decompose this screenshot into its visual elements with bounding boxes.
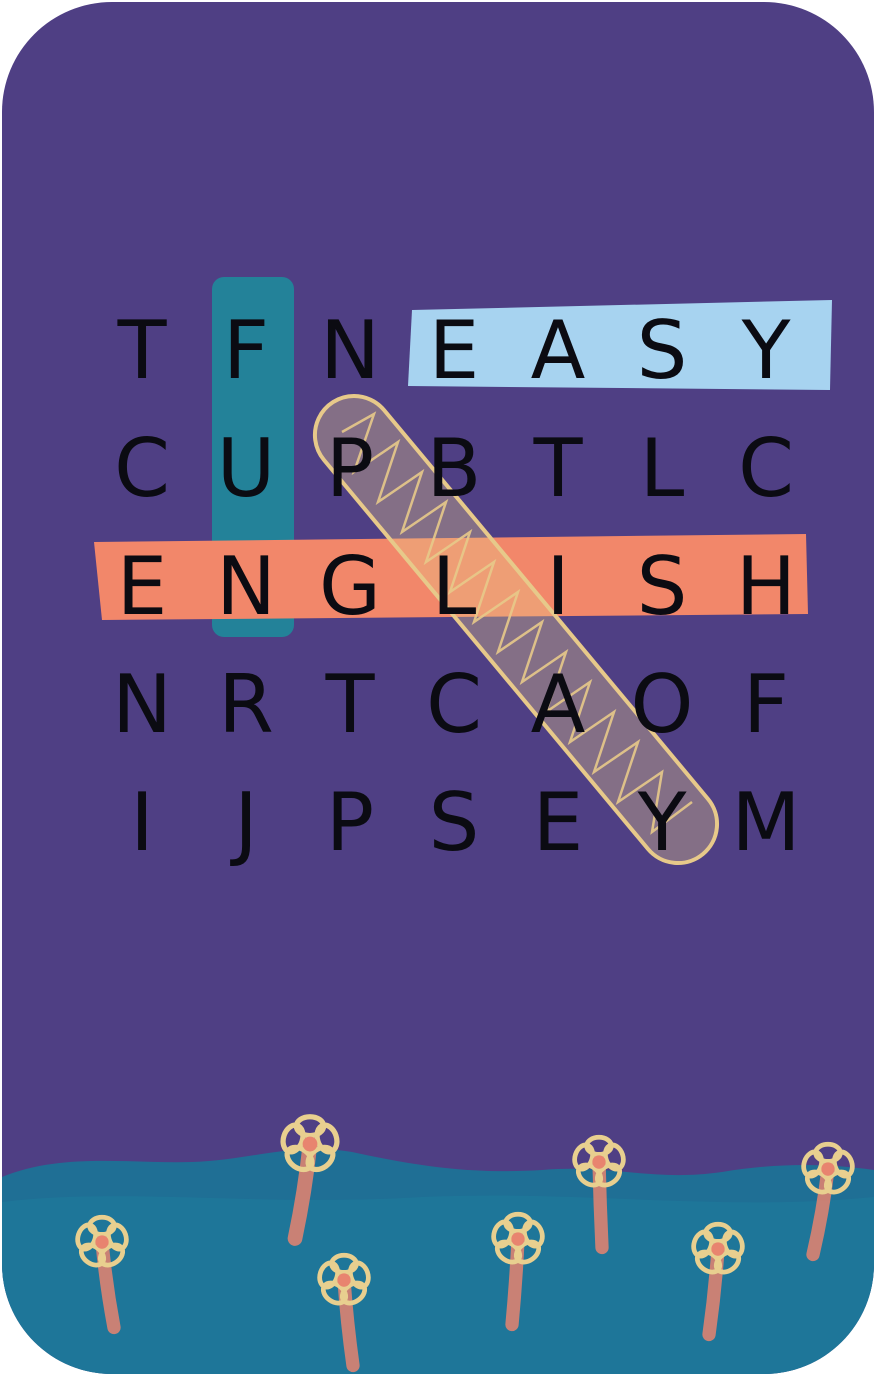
grid-cell[interactable]: T — [90, 292, 194, 410]
grid-cell[interactable]: S — [610, 292, 714, 410]
grid-cell[interactable]: E — [402, 292, 506, 410]
grid-cell[interactable]: B — [402, 410, 506, 528]
grid-cell[interactable]: H — [714, 528, 818, 646]
grid-cell[interactable]: N — [90, 646, 194, 764]
grid-cell[interactable]: J — [194, 764, 298, 882]
grid-cell[interactable]: A — [506, 646, 610, 764]
grid-cell[interactable]: L — [610, 410, 714, 528]
grid-cell[interactable]: N — [298, 292, 402, 410]
grid-cell[interactable]: M — [714, 764, 818, 882]
grid-cell[interactable]: U — [194, 410, 298, 528]
grid-cell[interactable]: A — [506, 292, 610, 410]
grid-cell[interactable]: Y — [714, 292, 818, 410]
grid-cell[interactable]: C — [90, 410, 194, 528]
grid-cell[interactable]: E — [90, 528, 194, 646]
letter-grid: T F N E A S Y C U P B T L C E N G L I S … — [90, 292, 818, 882]
grid-cell[interactable]: F — [194, 292, 298, 410]
grid-cell[interactable]: C — [714, 410, 818, 528]
grid-cell[interactable]: T — [506, 410, 610, 528]
grid-cell[interactable]: S — [402, 764, 506, 882]
grid-cell[interactable]: G — [298, 528, 402, 646]
grid-cell[interactable]: E — [506, 764, 610, 882]
grid-cell[interactable]: C — [402, 646, 506, 764]
grid-cell[interactable]: P — [298, 764, 402, 882]
grid-cell[interactable]: I — [90, 764, 194, 882]
grid-cell[interactable]: Y — [610, 764, 714, 882]
grid-cell[interactable]: O — [610, 646, 714, 764]
grid-cell[interactable]: T — [298, 646, 402, 764]
word-search-card: T F N E A S Y C U P B T L C E N G L I S … — [2, 2, 874, 1374]
grid-cell[interactable]: I — [506, 528, 610, 646]
grid-cell[interactable]: N — [194, 528, 298, 646]
grid-cell[interactable]: R — [194, 646, 298, 764]
grass-texture — [2, 1195, 874, 1374]
grid-cell[interactable]: P — [298, 410, 402, 528]
grid-cell[interactable]: L — [402, 528, 506, 646]
grid-cell[interactable]: F — [714, 646, 818, 764]
grid-cell[interactable]: S — [610, 528, 714, 646]
